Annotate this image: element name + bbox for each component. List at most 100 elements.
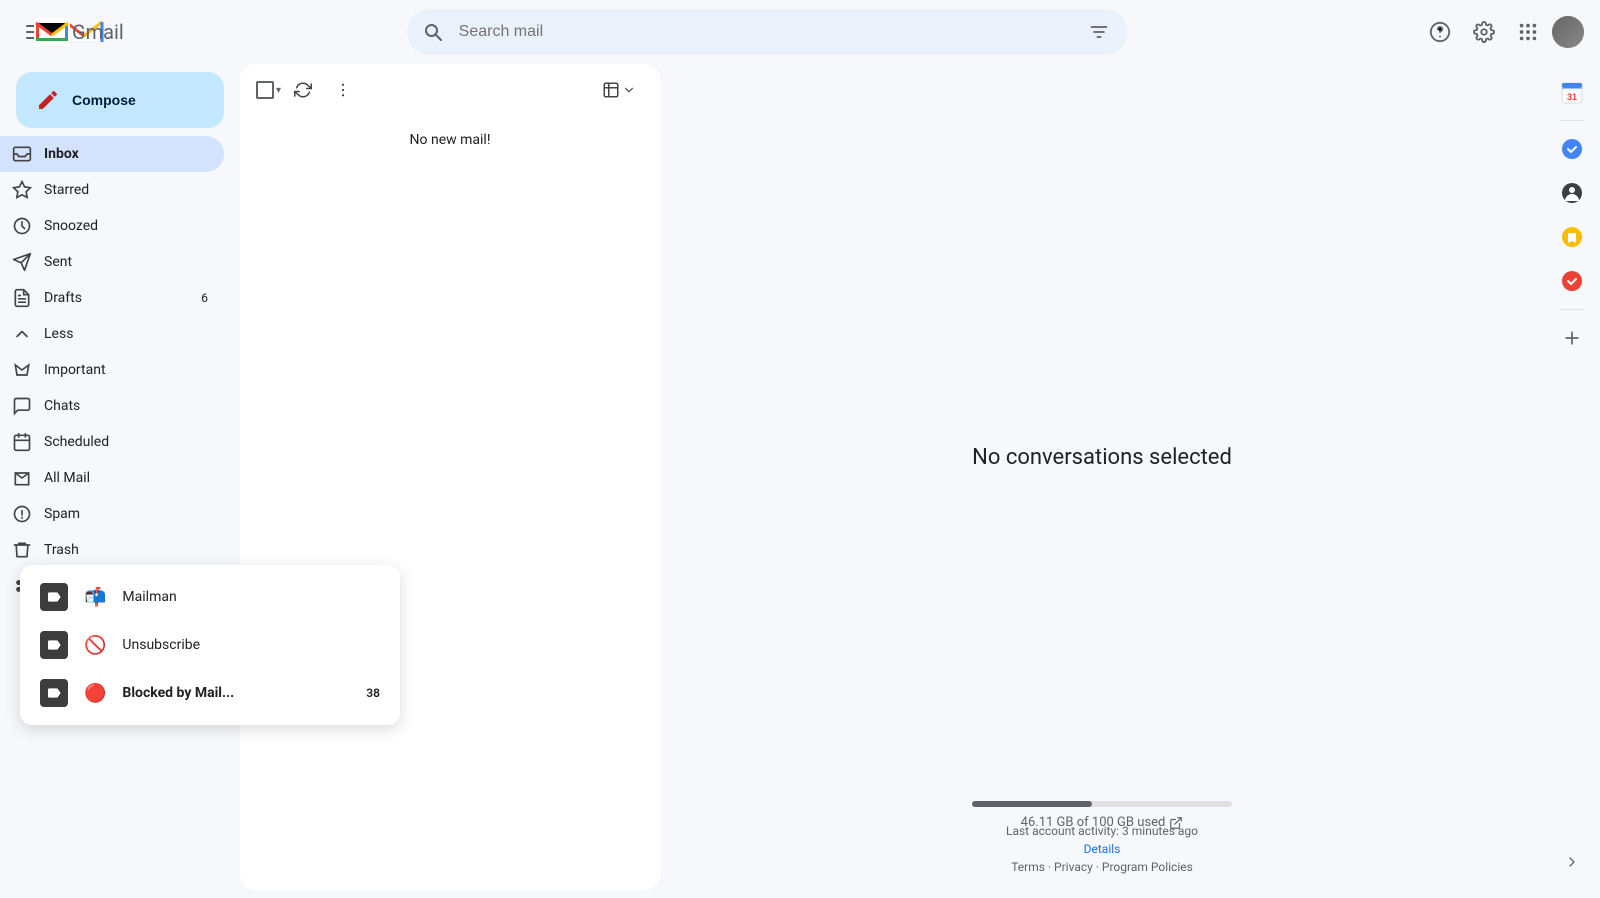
blocked-tag-icon — [40, 679, 68, 707]
sidebar-item-allmail[interactable]: All Mail — [0, 460, 224, 496]
sidebar-item-starred[interactable]: Starred — [0, 172, 224, 208]
no-conversations-text: No conversations selected — [972, 445, 1232, 470]
search-bar — [407, 9, 1127, 55]
todo-icon-button[interactable] — [1552, 261, 1592, 301]
gmail-brand: Gmail — [34, 18, 124, 46]
contacts-icon-button[interactable] — [1552, 173, 1592, 213]
sidebar-item-spam[interactable]: Spam — [0, 496, 224, 532]
popup-item-unsubscribe[interactable]: 🚫 Unsubscribe — [20, 621, 400, 669]
add-addon-button[interactable] — [1552, 318, 1592, 358]
spam-label: Spam — [44, 506, 208, 522]
chats-icon — [12, 396, 32, 416]
tasks-icon-button[interactable] — [1552, 129, 1592, 169]
sidebar-item-trash[interactable]: Trash — [0, 532, 224, 568]
search-filter-button[interactable] — [1083, 16, 1115, 48]
expand-panel-button[interactable] — [1552, 842, 1592, 882]
svg-text:31: 31 — [1567, 92, 1577, 102]
sidebar-item-drafts[interactable]: Drafts 6 — [0, 280, 224, 316]
sidebar-item-less[interactable]: Less — [0, 316, 224, 352]
refresh-button[interactable] — [285, 72, 321, 108]
inbox-label: Inbox — [44, 146, 208, 162]
starred-label: Starred — [44, 182, 208, 198]
footer-policy: Terms · Privacy · Program Policies — [1006, 860, 1198, 874]
inbox-icon — [12, 144, 32, 164]
last-activity-text: Last account activity: 3 minutes ago — [1006, 824, 1198, 838]
trash-label: Trash — [44, 542, 208, 558]
unsubscribe-label: Unsubscribe — [122, 637, 364, 653]
mailman-emoji-icon: 📬 — [84, 587, 106, 608]
no-conversations-section: No conversations selected — [972, 445, 1232, 510]
topbar-right — [1420, 12, 1584, 52]
scheduled-label: Scheduled — [44, 434, 208, 450]
no-mail-banner: No new mail! — [240, 116, 660, 164]
sidebar-item-sent[interactable]: Sent — [0, 244, 224, 280]
spam-icon — [12, 504, 32, 524]
select-chevron[interactable]: ▾ — [276, 85, 281, 96]
apps-button[interactable] — [1508, 12, 1548, 52]
sidebar-item-chats[interactable]: Chats — [0, 388, 224, 424]
search-input[interactable] — [407, 9, 1127, 55]
popup-item-blocked[interactable]: 🔴 Blocked by Mail... 38 — [20, 669, 400, 717]
privacy-link[interactable]: Privacy — [1054, 860, 1093, 874]
sidebar: Compose Inbox Starred Snoozed — [0, 64, 240, 898]
panel-divider — [1560, 120, 1584, 121]
important-label: Important — [44, 362, 208, 378]
main-layout: Compose Inbox Starred Snoozed — [0, 64, 1600, 898]
calendar-icon-button[interactable]: 31 — [1552, 72, 1592, 112]
trash-icon — [12, 540, 32, 560]
no-mail-text: No new mail! — [410, 132, 491, 148]
compose-label: Compose — [72, 92, 136, 108]
compose-pencil-icon — [36, 88, 60, 112]
panel-divider-2 — [1560, 309, 1584, 310]
settings-button[interactable] — [1464, 12, 1504, 52]
blocked-label: Blocked by Mail... — [122, 685, 350, 701]
select-all-checkbox[interactable] — [256, 81, 274, 99]
important-icon — [12, 360, 32, 380]
less-label: Less — [44, 326, 208, 342]
storage-bar-fill — [972, 801, 1092, 807]
mailman-label: Mailman — [122, 589, 364, 605]
sidebar-item-important[interactable]: Important — [0, 352, 224, 388]
details-link[interactable]: Details — [1006, 842, 1198, 856]
unsubscribe-emoji-icon: 🚫 — [84, 635, 106, 656]
less-icon — [12, 324, 32, 344]
terms-link[interactable]: Terms — [1011, 860, 1045, 874]
avatar[interactable] — [1552, 16, 1584, 48]
storage-bar-background — [972, 801, 1232, 807]
allmail-label: All Mail — [44, 470, 208, 486]
toolbar-right — [594, 75, 644, 105]
reading-pane: No conversations selected 46.11 GB of 10… — [668, 64, 1536, 890]
search-icon — [423, 22, 443, 42]
more-options-button[interactable] — [325, 72, 361, 108]
scheduled-icon — [12, 432, 32, 452]
email-list-pane: ▾ No new mail! — [240, 64, 660, 890]
categories-popup: 📬 Mailman 🚫 Unsubscribe 🔴 Blocked by Mai… — [20, 565, 400, 725]
sent-label: Sent — [44, 254, 208, 270]
unsubscribe-tag-icon — [40, 631, 68, 659]
drafts-icon — [12, 288, 32, 308]
program-policies-link[interactable]: Program Policies — [1102, 860, 1193, 874]
sent-icon — [12, 252, 32, 272]
sidebar-item-snoozed[interactable]: Snoozed — [0, 208, 224, 244]
right-panel: 31 — [1544, 64, 1600, 898]
drafts-label: Drafts — [44, 290, 189, 306]
blocked-emoji-icon: 🔴 — [84, 683, 106, 704]
chats-label: Chats — [44, 398, 208, 414]
allmail-icon — [12, 468, 32, 488]
sidebar-item-scheduled[interactable]: Scheduled — [0, 424, 224, 460]
popup-item-mailman[interactable]: 📬 Mailman — [20, 573, 400, 621]
sidebar-item-inbox[interactable]: Inbox — [0, 136, 224, 172]
drafts-badge: 6 — [201, 291, 208, 305]
snoozed-label: Snoozed — [44, 218, 208, 234]
select-all-wrapper: ▾ — [256, 81, 281, 99]
blocked-badge: 38 — [366, 686, 380, 700]
mailman-tag-icon — [40, 583, 68, 611]
topbar-left: Gmail — [16, 12, 256, 52]
footer-links: Last account activity: 3 minutes ago Det… — [1006, 824, 1198, 874]
content-area: ▾ No new mail! — [240, 64, 1544, 898]
topbar: Gmail — [0, 0, 1600, 64]
view-options-button[interactable] — [594, 75, 644, 105]
keep-icon-button[interactable] — [1552, 217, 1592, 257]
help-button[interactable] — [1420, 12, 1460, 52]
compose-button[interactable]: Compose — [16, 72, 224, 128]
